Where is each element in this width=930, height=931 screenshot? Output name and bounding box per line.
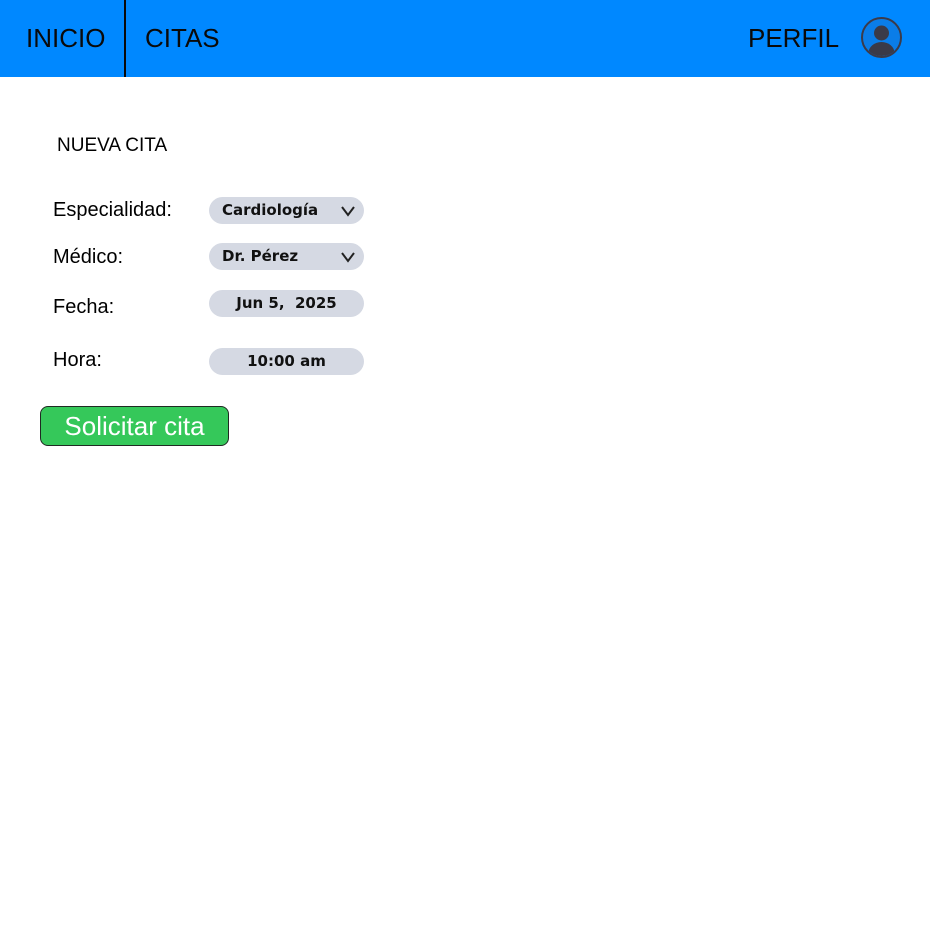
hora-time-input[interactable]: 10:00 am [209, 348, 364, 375]
nav-inicio-link[interactable]: INICIO [26, 0, 105, 77]
nav-perfil-link[interactable]: PERFIL [748, 0, 839, 77]
nav-citas-link[interactable]: CITAS [145, 0, 220, 77]
especialidad-select[interactable]: Cardiología [209, 197, 364, 224]
chevron-down-icon [341, 252, 355, 263]
chevron-down-icon [341, 206, 355, 217]
user-avatar-icon[interactable] [861, 17, 902, 58]
hora-value: 10:00 am [247, 352, 326, 370]
nav-divider [124, 0, 126, 77]
especialidad-value: Cardiología [222, 201, 319, 219]
fecha-label: Fecha: [53, 296, 115, 318]
especialidad-label: Especialidad: [53, 199, 172, 221]
solicitar-cita-button[interactable]: Solicitar cita [40, 406, 229, 446]
fecha-value: Jun 5, 2025 [236, 294, 337, 312]
top-navbar: INICIO CITAS PERFIL [0, 0, 930, 77]
medico-label: Médico: [53, 246, 124, 268]
medico-select[interactable]: Dr. Pérez [209, 243, 364, 270]
fecha-date-input[interactable]: Jun 5, 2025 [209, 290, 364, 317]
medico-value: Dr. Pérez [222, 247, 299, 265]
hora-label: Hora: [53, 349, 102, 371]
form-title: NUEVA CITA [57, 135, 168, 156]
